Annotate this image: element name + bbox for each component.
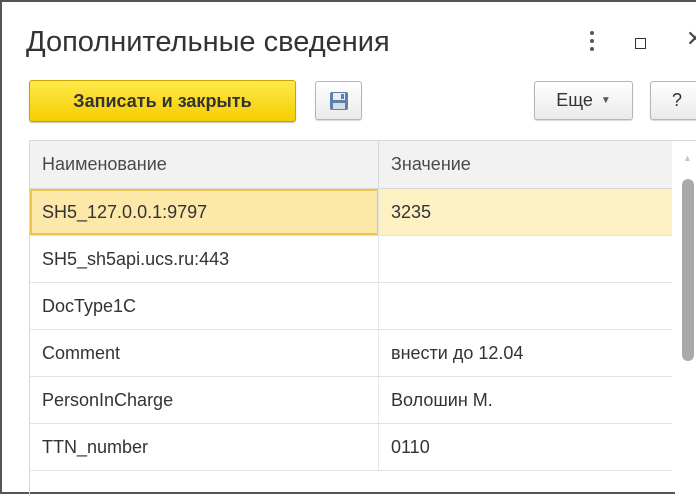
row-name-cell[interactable]: PersonInCharge xyxy=(30,377,379,423)
column-header-name[interactable]: Наименование xyxy=(30,141,379,188)
floppy-disk-icon xyxy=(329,91,348,110)
table-row[interactable]: SH5_sh5api.ucs.ru:443 xyxy=(30,236,672,283)
save-button[interactable] xyxy=(315,81,362,120)
scrollbar-thumb[interactable] xyxy=(682,179,694,361)
chevron-down-icon: ▼ xyxy=(600,95,611,106)
row-name-cell[interactable]: DocType1C xyxy=(30,283,379,329)
save-and-close-label: Записать и закрыть xyxy=(73,90,252,111)
row-name-cell[interactable]: SH5_127.0.0.1:9797 xyxy=(30,189,379,235)
more-actions-label: Еще xyxy=(556,90,593,110)
row-value-cell[interactable] xyxy=(379,283,672,329)
row-value-cell[interactable]: 3235 xyxy=(379,189,672,235)
help-label: ? xyxy=(672,90,683,110)
help-button[interactable]: ? xyxy=(650,81,696,120)
table-row[interactable]: Comment внести до 12.04 xyxy=(30,330,672,377)
table-header: Наименование Значение xyxy=(30,141,672,189)
row-name-cell[interactable]: TTN_number xyxy=(30,424,379,470)
table-row[interactable]: SH5_127.0.0.1:9797 3235 xyxy=(30,189,672,236)
column-header-value[interactable]: Значение xyxy=(379,141,672,188)
row-value-cell[interactable]: 0110 xyxy=(379,424,672,470)
save-and-close-button[interactable]: Записать и закрыть xyxy=(29,80,296,122)
row-value-cell[interactable]: внести до 12.04 xyxy=(379,330,672,376)
properties-table: Наименование Значение SH5_127.0.0.1:9797… xyxy=(29,140,696,496)
scroll-up-icon[interactable]: ▲ xyxy=(683,153,692,163)
row-value-cell[interactable] xyxy=(379,236,672,282)
row-name-cell[interactable]: SH5_sh5api.ucs.ru:443 xyxy=(30,236,379,282)
table-row[interactable]: PersonInCharge Волошин М. xyxy=(30,377,672,424)
table-row[interactable]: DocType1C xyxy=(30,283,672,330)
dialog-window: Дополнительные сведения ✕ Записать и зак… xyxy=(0,0,696,496)
maximize-icon[interactable] xyxy=(635,38,646,49)
window-title: Дополнительные сведения xyxy=(26,26,390,58)
more-options-icon[interactable] xyxy=(588,29,596,53)
row-name-cell[interactable]: Comment xyxy=(30,330,379,376)
table-row[interactable]: TTN_number 0110 xyxy=(30,424,672,471)
table-scrollbar[interactable]: ▲ xyxy=(675,141,696,496)
more-actions-button[interactable]: Еще ▼ xyxy=(534,81,633,120)
close-icon[interactable]: ✕ xyxy=(686,26,696,52)
row-value-cell[interactable]: Волошин М. xyxy=(379,377,672,423)
